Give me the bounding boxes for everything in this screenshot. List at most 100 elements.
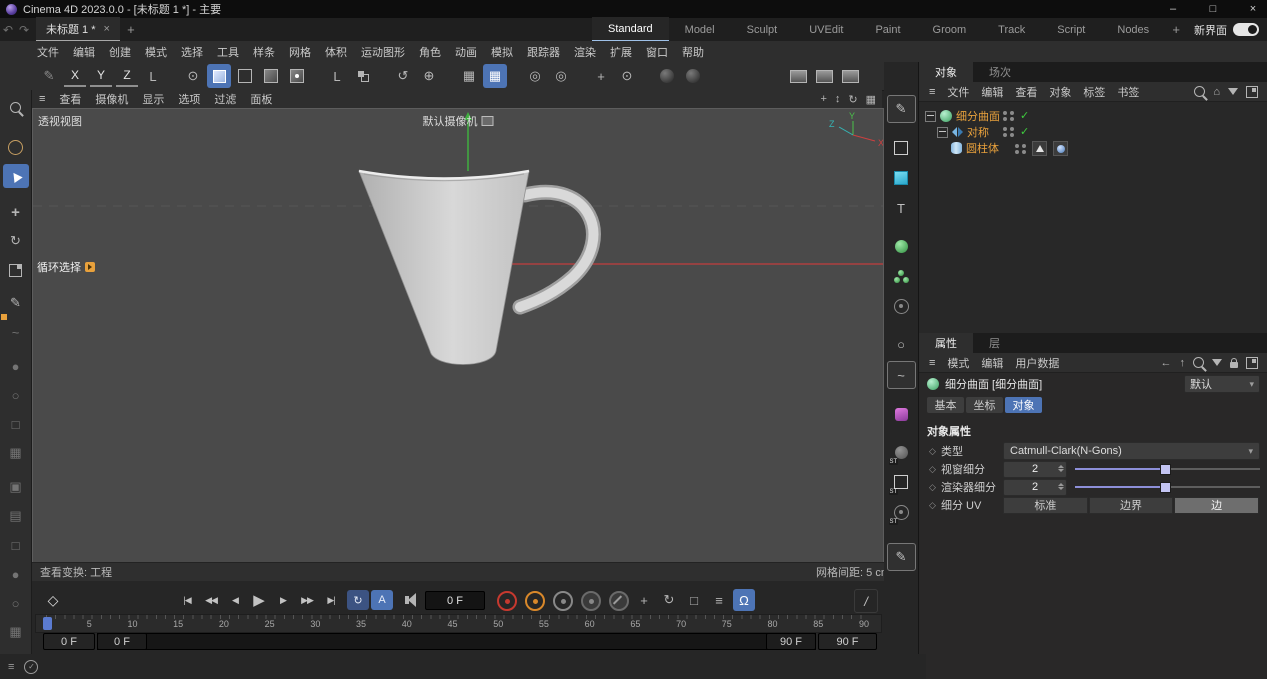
panel-popout-icon[interactable]	[1246, 86, 1258, 98]
sound-icon[interactable]	[405, 596, 409, 604]
autokey-mode-icon[interactable]: A	[371, 590, 393, 610]
viewport-canvas[interactable]: Y Z X 透视视图 默认摄像机 循环选择	[32, 108, 884, 564]
next-key-button[interactable]: ▶▶	[295, 589, 319, 611]
material-ball-a-icon[interactable]	[681, 64, 705, 88]
menu-file[interactable]: 文件	[30, 44, 66, 60]
layout-tab-groom[interactable]: Groom	[917, 18, 983, 41]
status-menu-icon[interactable]: ≡	[8, 661, 14, 673]
rotate-tool[interactable]: ↻	[3, 229, 29, 253]
layout-tab-standard[interactable]: Standard	[592, 17, 669, 42]
ring-tool-icon[interactable]: ○	[3, 383, 29, 407]
menu-edit[interactable]: 编辑	[66, 44, 102, 60]
axis-mode-icon[interactable]	[285, 64, 309, 88]
model-mode-icon[interactable]	[207, 64, 231, 88]
render-picture-viewer-icon[interactable]	[812, 64, 836, 88]
sketch-tool-icon[interactable]: ~	[3, 320, 29, 344]
om-menu-edit[interactable]: 编辑	[975, 84, 1009, 100]
fcurve-ramp-icon[interactable]: /	[854, 589, 878, 613]
grid-tool-icon[interactable]: ▦	[3, 441, 29, 465]
loop-playback-icon[interactable]: ↻	[347, 590, 369, 610]
menu-mesh[interactable]: 网格	[282, 44, 318, 60]
object-label[interactable]: 圆柱体	[966, 140, 999, 156]
am-hamburger-icon[interactable]: ≡	[923, 357, 941, 369]
cube-tool-icon[interactable]: □	[3, 412, 29, 436]
dynamic-guides-icon[interactable]: ⊙	[615, 64, 639, 88]
rotate-view-icon[interactable]: ↻	[848, 93, 857, 106]
polygon-selection-tag-icon[interactable]	[1032, 141, 1047, 156]
material-ball-icon[interactable]	[655, 64, 679, 88]
make-editable-icon[interactable]	[233, 64, 257, 88]
goto-end-button[interactable]: ▶|	[319, 589, 343, 611]
menu-spline[interactable]: 样条	[246, 44, 282, 60]
key-position-icon[interactable]	[581, 591, 601, 611]
tab-object[interactable]: 对象	[1005, 397, 1042, 413]
mug-body[interactable]	[359, 171, 529, 365]
range-end-field[interactable]: 90 F	[818, 633, 877, 650]
workplane-icon[interactable]: L	[325, 64, 349, 88]
current-frame-field[interactable]: 0 F	[425, 591, 485, 610]
edit-pen-icon[interactable]: ✎	[887, 543, 916, 571]
preset-dropdown[interactable]: 默认 ▾	[1184, 375, 1260, 393]
om-hamburger-icon[interactable]: ≡	[923, 86, 941, 98]
key-scale-toggle[interactable]: □	[683, 589, 705, 611]
pan-view-icon[interactable]: +	[820, 93, 826, 105]
play-button[interactable]: ▶	[247, 589, 271, 611]
axis-lock-y-button[interactable]: Y	[90, 65, 112, 87]
object-mode-icon[interactable]	[259, 64, 283, 88]
reset-psr-icon[interactable]: ↺	[391, 64, 415, 88]
axis-lock-x-button[interactable]: X	[64, 65, 86, 87]
sphere-tool-2-icon[interactable]: ●	[3, 562, 29, 586]
render-view-icon[interactable]	[786, 64, 810, 88]
menu-mode[interactable]: 模式	[138, 44, 174, 60]
layout-tab-sculpt[interactable]: Sculpt	[731, 18, 794, 41]
square-tool-icon[interactable]: □	[3, 533, 29, 557]
previous-key-button[interactable]: ◀◀	[199, 589, 223, 611]
preview-start-field[interactable]: 0 F	[97, 633, 147, 650]
object-row-cylinder[interactable]: 圆柱体	[919, 140, 1267, 156]
playhead-scrubber[interactable]	[43, 617, 52, 630]
key-parameter-toggle[interactable]: ≡	[708, 589, 730, 611]
subdivision-surface-generator-icon[interactable]	[888, 233, 915, 259]
menu-extensions[interactable]: 扩展	[603, 44, 639, 60]
new-ui-toggle[interactable]	[1233, 23, 1259, 36]
tweak-mode-icon[interactable]: ✎	[37, 64, 61, 88]
timeline-ruler[interactable]: 051015202530354045505560657075808590	[35, 614, 882, 633]
dolly-view-icon[interactable]: ↕	[835, 93, 841, 105]
selection-filter-icon[interactable]	[3, 135, 29, 159]
menu-render[interactable]: 渲染	[567, 44, 603, 60]
document-tab[interactable]: 未标题 1 * ×	[36, 17, 120, 42]
phong-tag-icon[interactable]	[1053, 141, 1068, 156]
spline-pen-icon[interactable]: ✎	[887, 95, 916, 123]
slider-handle[interactable]	[1160, 464, 1171, 475]
simulation-box-icon[interactable]: ST	[888, 469, 915, 495]
collapse-icon[interactable]	[925, 111, 936, 122]
enabled-check-icon[interactable]: ✓	[1020, 109, 1029, 122]
snap-settings-icon[interactable]: +	[589, 64, 613, 88]
text-object-icon[interactable]: T	[888, 195, 915, 221]
tab-coordinates[interactable]: 坐标	[966, 397, 1003, 413]
filter-icon[interactable]	[1228, 88, 1238, 95]
visibility-dots-icon[interactable]	[1015, 144, 1026, 154]
visibility-dots-icon[interactable]	[1003, 111, 1014, 121]
tab-close-icon[interactable]: ×	[104, 23, 110, 35]
keyframe-selection-icon[interactable]	[553, 591, 573, 611]
close-button[interactable]: ×	[1233, 0, 1267, 18]
grid-snap-icon[interactable]: ▦	[457, 64, 481, 88]
viewport-menu-display[interactable]: 显示	[135, 91, 171, 107]
goto-start-button[interactable]: |◀	[175, 589, 199, 611]
half-square-tool-icon[interactable]: ▣	[3, 475, 29, 499]
camera-icon[interactable]	[482, 116, 494, 126]
render-subdivision-slider[interactable]	[1075, 480, 1260, 495]
object-label[interactable]: 对称	[967, 124, 989, 140]
menu-mograph[interactable]: 运动图形	[354, 44, 412, 60]
tab-layers[interactable]: 层	[973, 333, 1016, 353]
next-frame-button[interactable]: ▶	[271, 589, 295, 611]
menu-tools[interactable]: 工具	[210, 44, 246, 60]
coordinate-system-icon[interactable]: L	[141, 64, 165, 88]
am-popout-icon[interactable]	[1246, 357, 1258, 369]
menu-character[interactable]: 角色	[412, 44, 448, 60]
grid-tool-2-icon[interactable]: ▦	[3, 620, 29, 644]
enabled-check-icon[interactable]: ✓	[1020, 125, 1029, 138]
redo-icon[interactable]: ↷	[16, 23, 32, 37]
om-menu-objects[interactable]: 对象	[1043, 84, 1077, 100]
